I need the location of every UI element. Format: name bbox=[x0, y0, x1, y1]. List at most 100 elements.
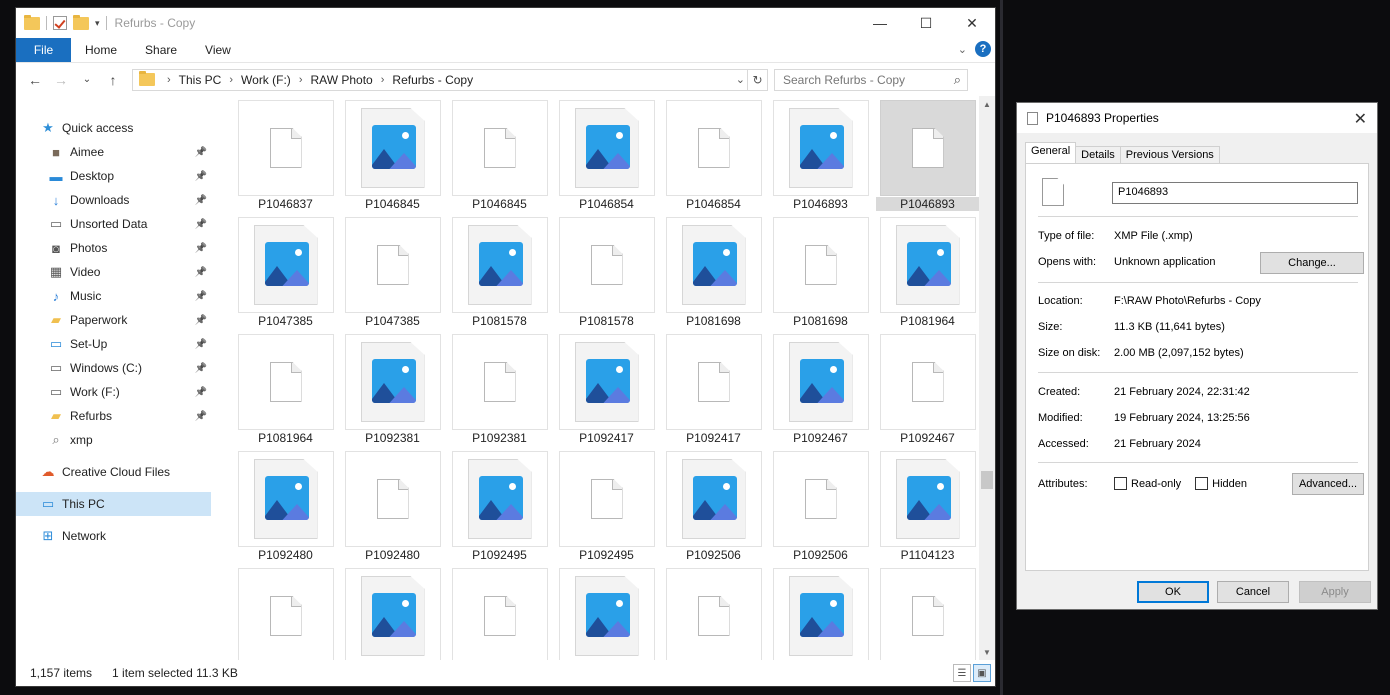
chevron-right-icon[interactable]: › bbox=[381, 74, 385, 86]
breadcrumb-this-pc[interactable]: This PC bbox=[179, 73, 222, 87]
file-item[interactable]: P1092480 bbox=[232, 451, 339, 568]
pin-icon[interactable]: 📌 bbox=[195, 243, 207, 254]
sidebar-item-creative-cloud-files[interactable]: ☁ Creative Cloud Files bbox=[16, 460, 211, 484]
pin-icon[interactable]: 📌 bbox=[195, 363, 207, 374]
up-arrow-icon[interactable]: ↑ bbox=[100, 72, 126, 88]
breadcrumb-refurbs-copy[interactable]: Refurbs - Copy bbox=[392, 73, 473, 87]
tab-share[interactable]: Share bbox=[131, 38, 191, 62]
file-item[interactable]: P1104123 bbox=[874, 451, 979, 568]
pin-icon[interactable]: 📌 bbox=[195, 171, 207, 182]
file-item[interactable] bbox=[874, 568, 979, 660]
tab-details[interactable]: Details bbox=[1075, 146, 1121, 163]
file-item[interactable]: P1092417 bbox=[660, 334, 767, 451]
close-icon[interactable]: ✕ bbox=[949, 8, 995, 38]
sidebar-item-quick-access[interactable]: ★ Quick access bbox=[16, 116, 211, 140]
file-item[interactable]: P1092381 bbox=[339, 334, 446, 451]
pin-icon[interactable]: 📌 bbox=[195, 411, 207, 422]
back-arrow-icon[interactable]: ← bbox=[22, 72, 48, 88]
file-item[interactable]: P1046837 bbox=[232, 100, 339, 217]
readonly-checkbox[interactable] bbox=[1114, 477, 1127, 490]
file-item[interactable]: P1092495 bbox=[553, 451, 660, 568]
file-item[interactable]: P1092506 bbox=[767, 451, 874, 568]
pin-icon[interactable]: 📌 bbox=[195, 387, 207, 398]
tab-home[interactable]: Home bbox=[71, 38, 131, 62]
minimize-icon[interactable]: — bbox=[857, 8, 903, 38]
sidebar-item-windows-c[interactable]: ▭ Windows (C:) 📌 bbox=[16, 356, 211, 380]
file-item[interactable]: P1046845 bbox=[446, 100, 553, 217]
file-item[interactable]: P1046845 bbox=[339, 100, 446, 217]
file-item[interactable]: P1081964 bbox=[232, 334, 339, 451]
scroll-down-icon[interactable]: ▼ bbox=[979, 644, 995, 660]
sidebar-item-downloads[interactable]: ↓ Downloads 📌 bbox=[16, 188, 211, 212]
file-item[interactable]: P1081964 bbox=[874, 217, 979, 334]
cancel-button[interactable]: Cancel bbox=[1217, 581, 1289, 603]
large-icons-view-icon[interactable]: ▣ bbox=[973, 664, 991, 682]
sidebar-item-set-up[interactable]: ▭ Set-Up 📌 bbox=[16, 332, 211, 356]
file-item[interactable]: P1092417 bbox=[553, 334, 660, 451]
chevron-right-icon[interactable]: › bbox=[167, 74, 171, 86]
file-item[interactable] bbox=[553, 568, 660, 660]
pin-icon[interactable]: 📌 bbox=[195, 315, 207, 326]
file-item[interactable]: P1081578 bbox=[553, 217, 660, 334]
tab-view[interactable]: View bbox=[191, 38, 245, 62]
file-item[interactable] bbox=[339, 568, 446, 660]
file-item[interactable]: P1092467 bbox=[874, 334, 979, 451]
file-item[interactable]: P1092381 bbox=[446, 334, 553, 451]
tab-file[interactable]: File bbox=[16, 38, 71, 62]
tab-general[interactable]: General bbox=[1025, 142, 1077, 163]
vertical-scrollbar[interactable]: ▲ ▼ bbox=[979, 96, 995, 660]
file-item[interactable]: P1081578 bbox=[446, 217, 553, 334]
sidebar-item-aimee[interactable]: ■ Aimee 📌 bbox=[16, 140, 211, 164]
scroll-up-icon[interactable]: ▲ bbox=[979, 96, 995, 112]
file-item[interactable] bbox=[232, 568, 339, 660]
file-item[interactable]: P1046893 bbox=[767, 100, 874, 217]
file-item[interactable] bbox=[767, 568, 874, 660]
file-item[interactable] bbox=[446, 568, 553, 660]
sidebar-item-work-f[interactable]: ▭ Work (F:) 📌 bbox=[16, 380, 211, 404]
details-view-icon[interactable]: ☰ bbox=[953, 664, 971, 682]
file-item[interactable]: P1092480 bbox=[339, 451, 446, 568]
sidebar-item-refurbs[interactable]: ▰ Refurbs 📌 bbox=[16, 404, 211, 428]
recent-locations-icon[interactable]: ⌄ bbox=[74, 74, 100, 85]
breadcrumb-raw-photo[interactable]: RAW Photo bbox=[310, 73, 372, 87]
help-icon[interactable]: ? bbox=[975, 41, 991, 57]
pin-icon[interactable]: 📌 bbox=[195, 291, 207, 302]
sidebar-item-paperwork[interactable]: ▰ Paperwork 📌 bbox=[16, 308, 211, 332]
chevron-down-icon[interactable]: ⌄ bbox=[736, 73, 745, 86]
refresh-icon[interactable]: ↻ bbox=[747, 69, 767, 90]
breadcrumb-work-drive[interactable]: Work (F:) bbox=[241, 73, 291, 87]
forward-arrow-icon[interactable]: → bbox=[48, 72, 74, 88]
chevron-right-icon[interactable]: › bbox=[299, 74, 303, 86]
file-item[interactable]: P1092495 bbox=[446, 451, 553, 568]
sidebar-item-photos[interactable]: ◙ Photos 📌 bbox=[16, 236, 211, 260]
file-item[interactable]: P1047385 bbox=[232, 217, 339, 334]
file-item[interactable]: P1046854 bbox=[660, 100, 767, 217]
pin-icon[interactable]: 📌 bbox=[195, 339, 207, 350]
file-item[interactable]: P1092467 bbox=[767, 334, 874, 451]
hidden-checkbox[interactable] bbox=[1195, 477, 1209, 490]
search-input[interactable]: Search Refurbs - Copy ⌕ bbox=[774, 68, 968, 91]
change-button[interactable]: Change... bbox=[1260, 252, 1364, 274]
pin-icon[interactable]: 📌 bbox=[195, 267, 207, 278]
sidebar-item-this-pc[interactable]: ▭ This PC bbox=[16, 492, 211, 516]
pin-icon[interactable]: 📌 bbox=[195, 195, 207, 206]
expand-ribbon-icon[interactable]: ⌄ bbox=[958, 43, 967, 56]
maximize-icon[interactable]: ☐ bbox=[903, 8, 949, 38]
sidebar-item-xmp[interactable]: ⌕ xmp bbox=[16, 428, 211, 452]
sidebar-item-unsorted-data[interactable]: ▭ Unsorted Data 📌 bbox=[16, 212, 211, 236]
pin-icon[interactable]: 📌 bbox=[195, 147, 207, 158]
sidebar-item-music[interactable]: ♪ Music 📌 bbox=[16, 284, 211, 308]
ok-button[interactable]: OK bbox=[1137, 581, 1209, 603]
file-item[interactable]: P1047385 bbox=[339, 217, 446, 334]
properties-icon[interactable] bbox=[53, 16, 67, 30]
file-item[interactable]: P1092506 bbox=[660, 451, 767, 568]
sidebar-item-desktop[interactable]: ▬ Desktop 📌 bbox=[16, 164, 211, 188]
file-item[interactable]: P1081698 bbox=[660, 217, 767, 334]
tab-previous-versions[interactable]: Previous Versions bbox=[1119, 146, 1220, 163]
file-item[interactable] bbox=[660, 568, 767, 660]
pin-icon[interactable]: 📌 bbox=[195, 219, 207, 230]
address-bar[interactable]: › This PC › Work (F:) › RAW Photo › Refu… bbox=[132, 68, 768, 91]
close-icon[interactable]: ✕ bbox=[1354, 109, 1367, 129]
sidebar-item-network[interactable]: ⊞ Network bbox=[16, 524, 211, 548]
advanced-button[interactable]: Advanced... bbox=[1292, 473, 1364, 495]
